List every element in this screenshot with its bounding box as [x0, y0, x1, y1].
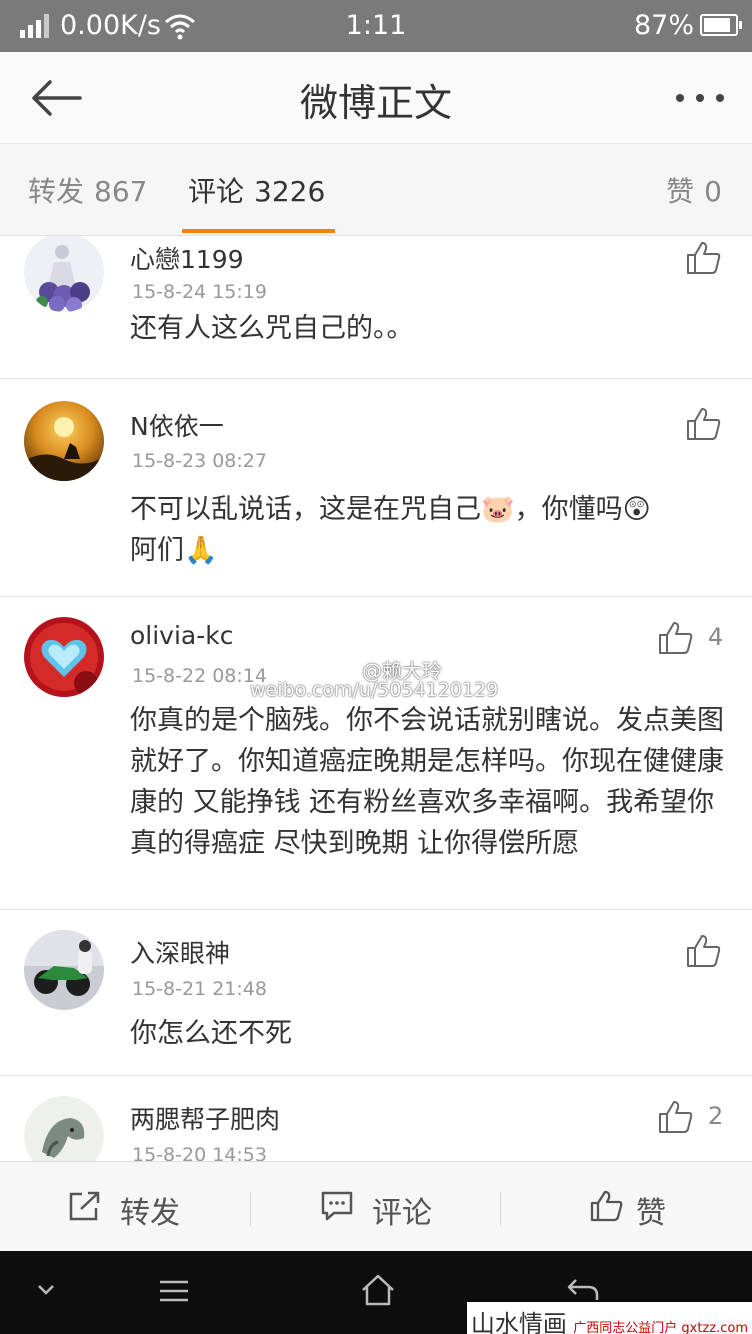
comment-text: 还有人这么咒自己的。。	[130, 313, 414, 344]
tab-like[interactable]: 赞0	[666, 170, 722, 210]
back-icon[interactable]	[566, 1277, 600, 1303]
tab-comment-count: 3226	[254, 175, 326, 208]
thumbs-up-icon	[659, 622, 693, 654]
comment-time: 15-8-20 14:53	[132, 1144, 267, 1161]
like-action-button[interactable]: 赞	[590, 1162, 700, 1252]
status-bar: 0.00K/s 1:11 87%	[0, 0, 752, 52]
active-tab-indicator	[182, 229, 335, 233]
thumbs-up-icon	[659, 1101, 693, 1133]
comment-author[interactable]: 两腮帮子肥肉	[130, 1100, 280, 1136]
tab-repost-count: 867	[94, 175, 148, 208]
thumbs-up-icon[interactable]	[686, 241, 722, 275]
site-logo-sub: 广西同志公益门户 gxtzz.com	[573, 1321, 748, 1334]
comment-text: 你怎么还不死	[130, 1018, 292, 1049]
divider	[250, 1192, 251, 1226]
chevron-down-icon[interactable]	[36, 1283, 56, 1297]
like-button[interactable]: 4	[658, 621, 728, 657]
more-dots-icon[interactable]	[672, 80, 728, 116]
comment-time: 15-8-21 21:48	[132, 978, 267, 1000]
page-title: 微博正文	[299, 81, 452, 125]
thumbs-up-icon[interactable]	[686, 407, 722, 441]
site-logo: 山水情画 广西同志公益门户 gxtzz.com	[466, 1302, 752, 1334]
comment-author[interactable]: 心戀1199	[130, 240, 244, 276]
comment-item: 两腮帮子肥肉 15-8-20 14:53 2	[0, 1076, 752, 1161]
tab-comment-label: 评论	[188, 175, 245, 208]
avatar[interactable]	[24, 617, 104, 697]
comment-author[interactable]: N依依一	[130, 407, 224, 443]
thumbs-up-icon	[590, 1190, 623, 1222]
like-count: 4	[708, 623, 724, 651]
tab-like-label: 赞	[666, 175, 695, 208]
comment-author[interactable]: olivia-kc	[130, 621, 234, 650]
tab-bar: 转发 867 评论 3226 赞0	[0, 144, 752, 236]
menu-icon[interactable]	[158, 1279, 190, 1303]
site-logo-main: 山水情画	[470, 1310, 567, 1334]
divider	[500, 1192, 501, 1226]
home-icon[interactable]	[360, 1273, 396, 1307]
repost-icon	[69, 1191, 100, 1221]
comment-bubble-icon	[321, 1191, 353, 1221]
tab-like-count: 0	[704, 175, 722, 208]
comment-text: 你真的是个脑残。你不会说话就别瞎说。发点美图就好了。你知道癌症晚期是怎样吗。你现…	[130, 705, 724, 859]
comment-label: 评论	[372, 1196, 432, 1231]
nav-bar: 微博正文	[0, 52, 752, 144]
comment-item: olivia-kc 15-8-22 08:14 你真的是个脑残。你不会说话就别瞎…	[0, 597, 752, 910]
watermark-url: weibo.com/u/5054120129	[250, 679, 499, 701]
repost-button[interactable]: 转发	[68, 1162, 218, 1252]
comment-author[interactable]: 入深眼神	[130, 934, 230, 970]
like-button[interactable]: 2	[658, 1100, 728, 1136]
system-nav-bar: 山水情画 广西同志公益门户 gxtzz.com	[0, 1251, 752, 1334]
tab-comment[interactable]: 评论 3226	[188, 170, 325, 210]
battery-icon	[700, 14, 742, 36]
thumbs-up-icon[interactable]	[686, 934, 722, 968]
comment-time: 15-8-24 15:19	[132, 281, 267, 303]
tab-repost[interactable]: 转发 867	[28, 170, 147, 210]
repost-label: 转发	[120, 1196, 180, 1231]
like-count: 2	[708, 1102, 724, 1130]
tab-repost-label: 转发	[28, 175, 85, 208]
bottom-action-bar: 转发 评论 赞	[0, 1161, 752, 1251]
like-label: 赞	[636, 1196, 666, 1231]
comment-button[interactable]: 评论	[320, 1162, 470, 1252]
comment-time: 15-8-23 08:27	[132, 450, 267, 472]
comment-time: 15-8-22 08:14	[132, 665, 267, 687]
battery-percent: 87%	[633, 10, 694, 41]
avatar[interactable]	[24, 401, 104, 481]
avatar[interactable]	[24, 236, 104, 312]
battery-fill	[704, 18, 730, 32]
comment-item: N依依一 15-8-23 08:27 不可以乱说话，这是在咒自己🐷，你懂吗😲阿们…	[0, 379, 752, 597]
avatar[interactable]	[24, 1096, 104, 1161]
comment-text: 不可以乱说话，这是在咒自己🐷，你懂吗😲阿们🙏	[130, 494, 651, 566]
avatar[interactable]	[24, 930, 104, 1010]
comment-item: 心戀1199 15-8-24 15:19 还有人这么咒自己的。。	[0, 236, 752, 379]
comment-item: 入深眼神 15-8-21 21:48 你怎么还不死	[0, 910, 752, 1076]
